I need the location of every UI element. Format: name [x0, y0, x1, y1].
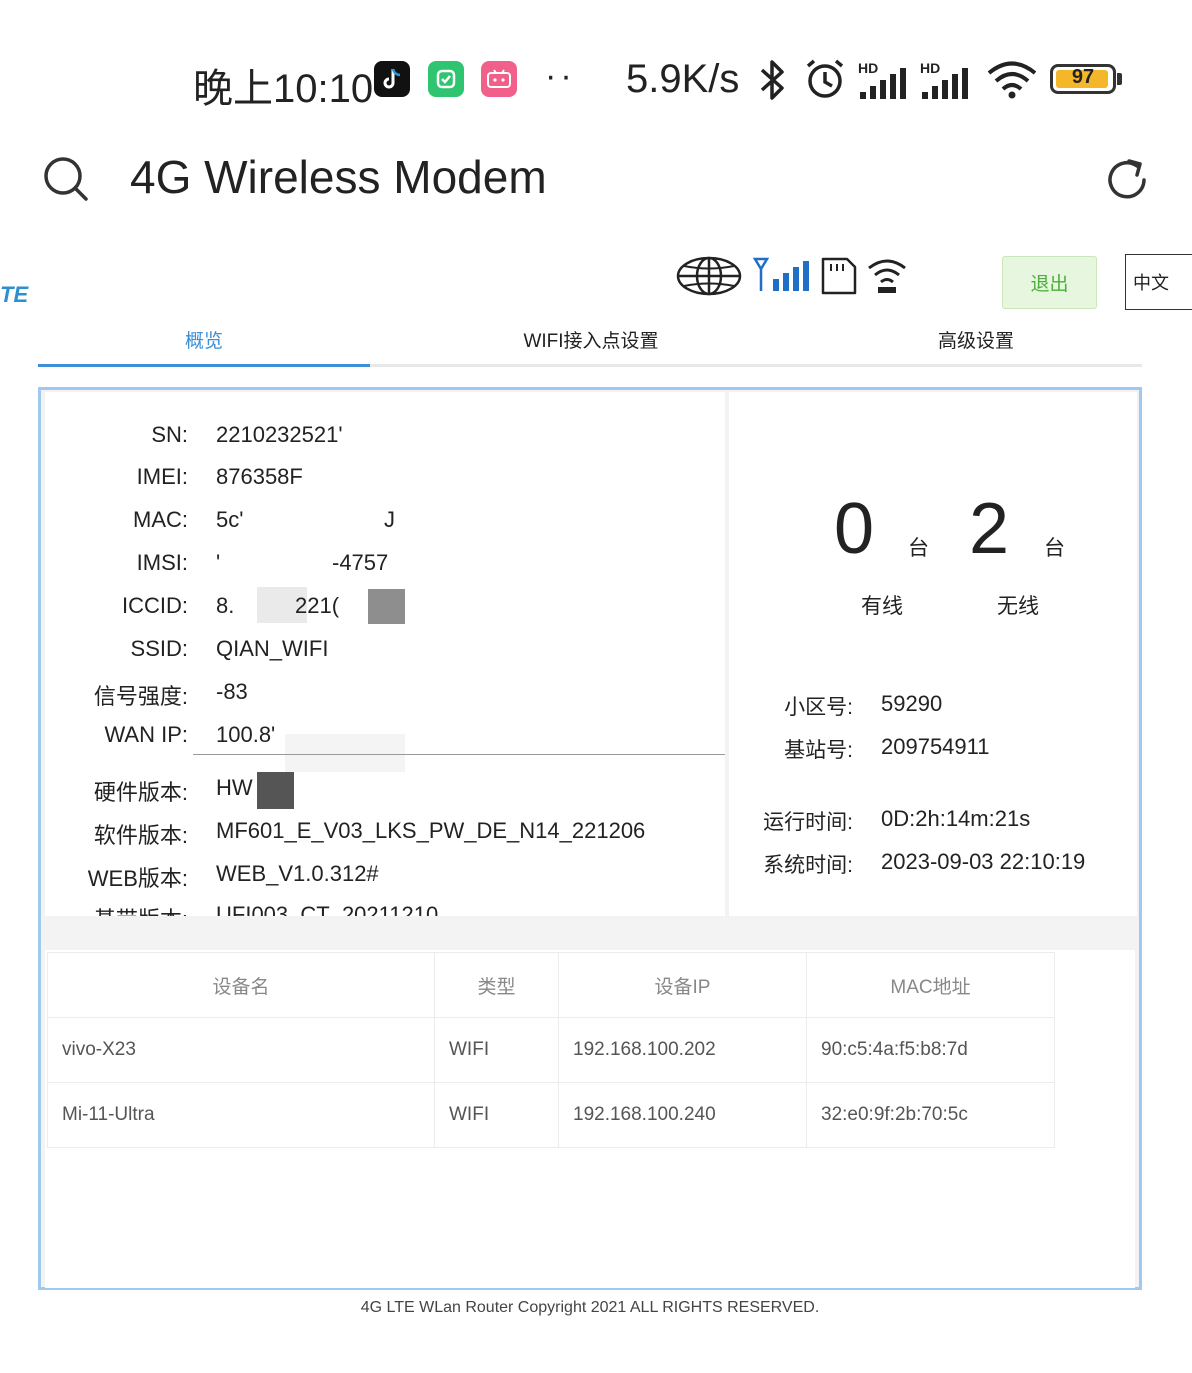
- battery-nub: [1117, 73, 1122, 85]
- status-time: 晚上10:10: [193, 67, 374, 111]
- iccid-value-mid: 221(: [295, 593, 340, 618]
- section-divider: [193, 754, 725, 755]
- wifi-status-icon: [868, 259, 906, 293]
- ssid-value: QIAN_WIFI: [216, 636, 329, 661]
- wired-label: 有线: [861, 595, 903, 618]
- alarm-icon: [806, 59, 844, 98]
- column-device-name: 设备名: [47, 952, 435, 1018]
- wired-count: 0: [834, 489, 875, 569]
- copyright-footer: 4G LTE WLan Router Copyright 2021 ALL RI…: [360, 1299, 820, 1316]
- internet-globe-icon: [676, 256, 742, 296]
- imei-value: 876358F: [216, 464, 303, 489]
- hardware-version-label: 硬件版本:: [93, 780, 188, 805]
- refresh-icon[interactable]: [1102, 155, 1152, 205]
- table-header-row: 设备名 类型 设备IP MAC地址: [47, 952, 1055, 1018]
- wireless-count-unit: 台: [1044, 537, 1065, 560]
- table-row: vivo-X23 WIFI 192.168.100.202 90:c5:4a:f…: [47, 1017, 1055, 1083]
- wifi-icon: [987, 61, 1037, 99]
- wired-count-unit: 台: [908, 537, 929, 560]
- uptime-value: 0D:2h:14m:21s: [881, 806, 1031, 831]
- battery-indicator: 97: [1050, 64, 1116, 94]
- base-station-label: 基站号:: [784, 739, 853, 762]
- wan-ip-label: WAN IP:: [104, 722, 188, 747]
- imsi-label: IMSI:: [136, 550, 188, 575]
- hardware-version-value: HW: [216, 775, 253, 800]
- signal-strength-label: 信号强度:: [93, 684, 188, 709]
- mijia-icon: [428, 61, 464, 97]
- device-name-cell: vivo-X23: [47, 1017, 435, 1083]
- redaction-patch: [285, 734, 405, 772]
- tab-advanced-settings[interactable]: 高级设置: [810, 326, 1142, 353]
- device-type-cell: WIFI: [434, 1082, 559, 1148]
- mac-value: 5c': [216, 507, 244, 532]
- wireless-label: 无线: [997, 595, 1039, 618]
- sim-card-icon: [821, 257, 857, 295]
- search-icon[interactable]: [42, 155, 90, 203]
- web-version-label: WEB版本:: [87, 866, 188, 891]
- network-speed: 5.9K/s: [626, 57, 740, 101]
- ssid-label: SSID:: [130, 636, 188, 661]
- page-title: 4G Wireless Modem: [130, 151, 547, 203]
- more-notifications-icon: ··: [545, 57, 576, 95]
- signal-strength-value: -83: [216, 679, 248, 704]
- system-time-value: 2023-09-03 22:10:19: [881, 849, 1086, 874]
- web-version-value: WEB_V1.0.312#: [216, 861, 379, 886]
- base-station-value: 209754911: [881, 734, 990, 759]
- connection-stats-card: 0 台 2 台 有线 无线 小区号: 59290 基站号: 209754911 …: [729, 392, 1137, 916]
- connected-devices-section: 设备名 类型 设备IP MAC地址 vivo-X23 WIFI 192.168.…: [45, 950, 1135, 1288]
- tab-wifi-ap-settings[interactable]: WIFI接入点设置: [425, 326, 757, 353]
- cell-id-label: 小区号:: [784, 696, 853, 719]
- brand-logo: TE: [0, 282, 29, 307]
- baseband-version-label: 基带版本:: [94, 902, 188, 916]
- mac-label: MAC:: [133, 507, 188, 532]
- table-row: Mi-11-Ultra WIFI 192.168.100.240 32:e0:9…: [47, 1082, 1055, 1148]
- system-time-label: 系统时间:: [763, 854, 853, 877]
- device-ip-cell: 192.168.100.240: [558, 1082, 807, 1148]
- battery-level: 97: [1071, 66, 1095, 88]
- language-select[interactable]: 中文: [1125, 254, 1192, 310]
- iccid-value: 8.: [216, 593, 235, 618]
- sn-label: SN:: [151, 422, 188, 447]
- software-version-value: MF601_E_V03_LKS_PW_DE_N14_221206: [216, 818, 646, 843]
- device-ip-cell: 192.168.100.202: [558, 1017, 807, 1083]
- sn-value: 2210232521': [216, 422, 343, 447]
- tiktok-icon: [374, 61, 410, 97]
- signal-strength-icon: [860, 68, 906, 99]
- cell-id-value: 59290: [881, 691, 943, 716]
- signal-strength-icon: [922, 68, 968, 99]
- device-name-cell: Mi-11-Ultra: [47, 1082, 435, 1148]
- wireless-count: 2: [969, 489, 1010, 569]
- column-type: 类型: [434, 952, 559, 1018]
- bilibili-icon: [481, 61, 517, 97]
- imsi-value: ': [216, 550, 221, 575]
- redaction-patch: [368, 589, 405, 624]
- redaction-patch: [257, 772, 294, 809]
- device-type-cell: WIFI: [434, 1017, 559, 1083]
- baseband-version-value: UFI003_CT_20211210: [216, 902, 439, 916]
- tab-overview[interactable]: 概览: [38, 326, 370, 353]
- imsi-value-tail: -4757: [332, 550, 389, 575]
- connected-devices-table: 设备名 类型 设备IP MAC地址 vivo-X23 WIFI 192.168.…: [47, 952, 1055, 1148]
- software-version-label: 软件版本:: [93, 823, 188, 848]
- column-device-ip: 设备IP: [558, 952, 807, 1018]
- wan-ip-value: 100.8': [216, 722, 276, 747]
- uptime-label: 运行时间:: [763, 811, 853, 834]
- column-mac-address: MAC地址: [806, 952, 1055, 1018]
- cellular-signal-icon: [753, 257, 809, 291]
- active-tab-indicator: [38, 364, 370, 367]
- mac-value-tail: J: [384, 507, 395, 532]
- device-mac-cell: 90:c5:4a:f5:b8:7d: [806, 1017, 1055, 1083]
- imei-label: IMEI:: [136, 464, 188, 489]
- device-mac-cell: 32:e0:9f:2b:70:5c: [806, 1082, 1055, 1148]
- bluetooth-icon: [760, 60, 784, 100]
- iccid-label: ICCID:: [122, 593, 188, 618]
- logout-button[interactable]: 退出: [1002, 256, 1097, 309]
- device-info-card: SN: 2210232521' IMEI: 876358F MAC: 5c' J…: [45, 392, 725, 916]
